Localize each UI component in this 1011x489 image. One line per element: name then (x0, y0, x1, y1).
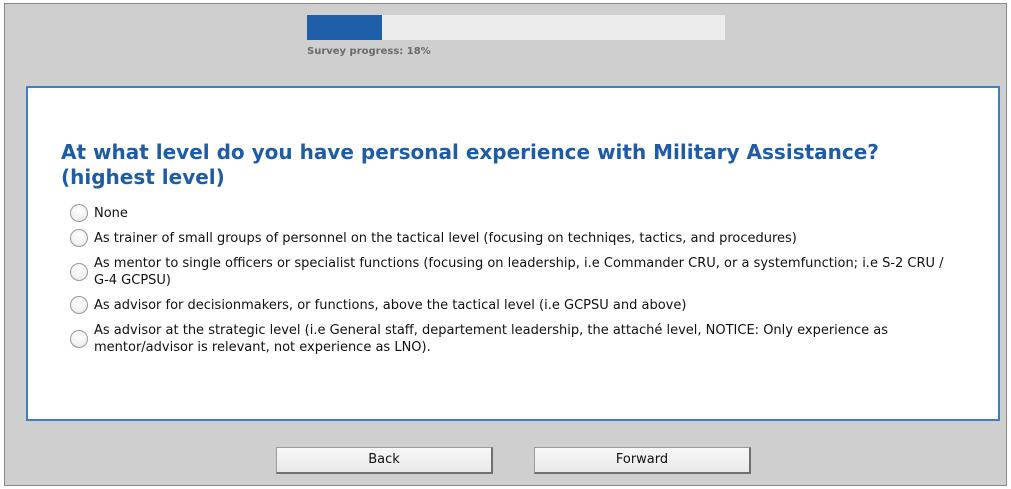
survey-window: Survey progress: 18% At what level do yo… (4, 3, 1007, 486)
option-label: As trainer of small groups of personnel … (94, 230, 797, 246)
option-mentor[interactable]: As mentor to single officers or speciali… (70, 255, 950, 289)
option-label: As advisor for decisionmakers, or functi… (94, 297, 687, 313)
radio-button[interactable] (70, 330, 88, 348)
radio-button[interactable] (70, 296, 88, 314)
forward-button[interactable]: Forward (534, 447, 751, 474)
radio-button[interactable] (70, 229, 88, 247)
back-button[interactable]: Back (276, 447, 493, 474)
option-label: As mentor to single officers or speciali… (94, 256, 944, 288)
survey-progress-fill (307, 15, 383, 40)
option-label: As advisor at the strategic level (i.e G… (94, 323, 889, 355)
option-label: None (94, 205, 128, 221)
question-panel: At what level do you have personal exper… (26, 86, 1000, 421)
option-none[interactable]: None (70, 204, 128, 222)
survey-progress-bar (307, 15, 725, 40)
option-advisor-above-tactical[interactable]: As advisor for decisionmakers, or functi… (70, 296, 686, 314)
survey-progress-label: Survey progress: 18% (307, 46, 431, 57)
radio-button[interactable] (70, 263, 88, 281)
option-tactical-trainer[interactable]: As trainer of small groups of personnel … (70, 229, 797, 247)
question-title: At what level do you have personal exper… (61, 140, 879, 189)
radio-button[interactable] (70, 204, 88, 222)
option-advisor-strategic[interactable]: As advisor at the strategic level (i.e G… (70, 322, 950, 356)
